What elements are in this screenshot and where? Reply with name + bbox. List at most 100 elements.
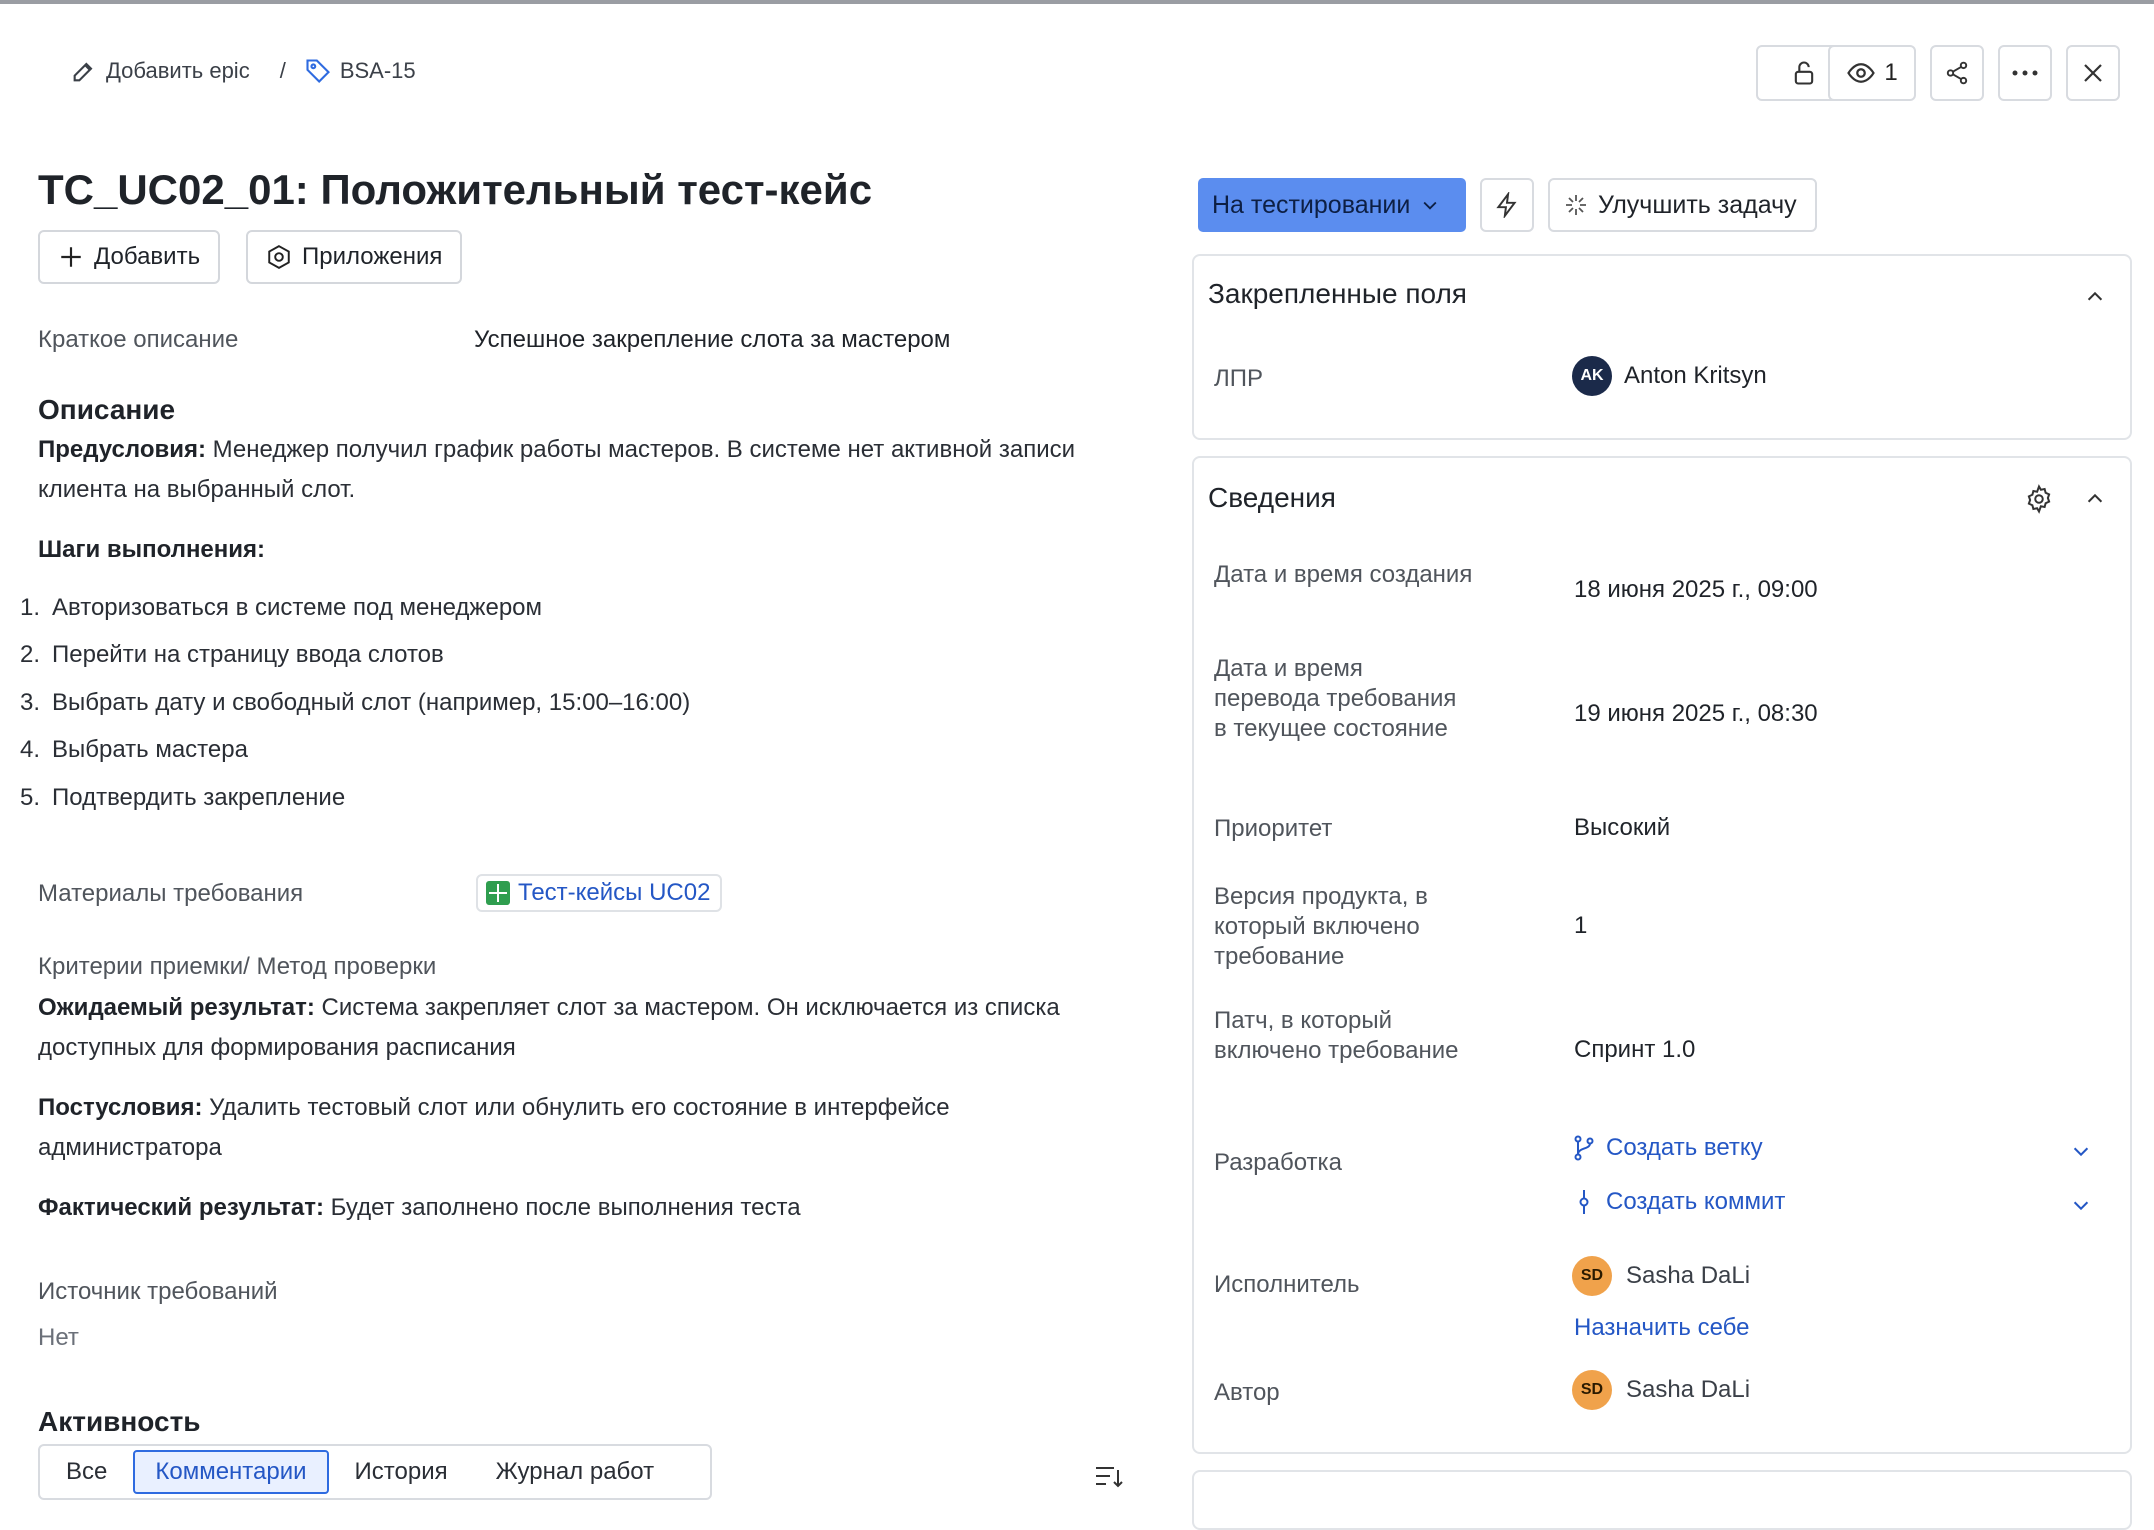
lpr-value[interactable]: AK Anton Kritsyn: [1572, 356, 1767, 396]
create-commit-label: Создать коммит: [1606, 1188, 1786, 1215]
commit-icon: [1572, 1189, 1596, 1215]
gear-icon[interactable]: [2024, 484, 2054, 514]
expected-label: Ожидаемый результат:: [38, 994, 315, 1021]
add-epic-label: Добавить epic: [106, 58, 250, 83]
source-label: Источник требований: [38, 1278, 278, 1305]
assign-self-link[interactable]: Назначить себе: [1574, 1314, 1749, 1342]
priority-value[interactable]: Высокий: [1574, 814, 1670, 842]
next-panel: [1192, 1470, 2132, 1530]
tab-comments[interactable]: Комментарии: [133, 1450, 329, 1494]
tab-worklog[interactable]: Журнал работ: [474, 1450, 677, 1494]
author-name: Sasha DaLi: [1626, 1376, 1751, 1403]
author-label: Автор: [1214, 1379, 1280, 1406]
top-border: [0, 0, 2154, 4]
created-label: Дата и время создания: [1214, 561, 1473, 588]
breadcrumb-separator: /: [279, 58, 286, 83]
spreadsheet-icon: [486, 881, 510, 905]
lpr-label: ЛПР: [1214, 365, 1264, 392]
transition-label: Дата и время перевода требования в текущ…: [1214, 655, 1457, 742]
actual-label: Фактический результат:: [38, 1194, 324, 1221]
list-item: 5. Подтвердить закрепление: [19, 784, 346, 811]
created-value: 18 июня 2025 г., 09:00: [1574, 576, 1818, 603]
create-commit-link[interactable]: Создать коммит: [1572, 1188, 1785, 1216]
status-label: На тестировании: [1212, 190, 1411, 219]
list-item: 1. Авторизоваться в системе под менеджеро…: [19, 594, 543, 621]
chevron-down-icon[interactable]: [2070, 1194, 2092, 1216]
description-heading: Описание: [38, 394, 176, 425]
apps-hexagon-icon: [266, 244, 292, 270]
issue-key-link[interactable]: BSA-15: [304, 57, 416, 85]
improve-task-button[interactable]: Улучшить задачу: [1548, 178, 1817, 232]
automation-button[interactable]: [1480, 178, 1534, 232]
improve-task-label: Улучшить задачу: [1598, 190, 1797, 219]
author-value[interactable]: SD Sasha DaLi: [1572, 1370, 1750, 1410]
avatar: SD: [1572, 1370, 1612, 1410]
chevron-up-icon[interactable]: [2084, 286, 2106, 308]
create-branch-link[interactable]: Создать ветку: [1572, 1134, 1763, 1162]
version-label: Версия продукта, в который включено треб…: [1214, 883, 1428, 970]
lightning-icon: [1494, 192, 1520, 218]
lpr-name: Anton Kritsyn: [1624, 362, 1767, 389]
pinned-fields-title: Закрепленные поля: [1208, 278, 1467, 309]
materials-link[interactable]: Тест-кейсы UC02: [476, 874, 723, 912]
share-button[interactable]: [1930, 45, 1984, 101]
list-item: 2. Перейти на страницу ввода слотов: [19, 641, 444, 668]
sparkle-icon: [1564, 193, 1588, 217]
patch-value[interactable]: Спринт 1.0: [1574, 1036, 1695, 1064]
tag-icon: [304, 57, 332, 85]
page-title: TC_UC02_01: Положительный тест-кейс: [38, 166, 873, 213]
version-value[interactable]: 1: [1574, 912, 1587, 940]
postconditions-label: Постусловия:: [38, 1094, 203, 1121]
status-dropdown[interactable]: На тестировании: [1198, 178, 1466, 232]
more-dots-icon: [2011, 69, 2039, 77]
close-icon: [2081, 61, 2105, 85]
issue-key-label: BSA-15: [339, 58, 416, 83]
criteria-label: Критерии приемки/ Метод проверки: [38, 953, 437, 980]
details-title: Сведения: [1208, 482, 1336, 513]
close-button[interactable]: [2066, 45, 2120, 101]
sort-icon[interactable]: [1094, 1464, 1124, 1490]
avatar: SD: [1572, 1256, 1612, 1296]
add-epic-link[interactable]: Добавить epic: [70, 57, 250, 85]
steps-heading: Шаги выполнения:: [38, 536, 266, 563]
expected-result-paragraph[interactable]: Ожидаемый результат: Система закрепляет …: [38, 988, 1078, 1068]
list-item: 3. Выбрать дату и свободный слот (наприме…: [19, 689, 691, 716]
priority-label: Приоритет: [1214, 815, 1333, 842]
avatar: AK: [1572, 356, 1612, 396]
transition-value: 19 июня 2025 г., 08:30: [1574, 700, 1818, 727]
actual-result-paragraph[interactable]: Фактический результат: Будет заполнено п…: [38, 1188, 1078, 1228]
tab-history[interactable]: История: [333, 1450, 470, 1494]
patch-label: Патч, в который включено требование: [1214, 1007, 1459, 1064]
list-item: 4. Выбрать мастера: [19, 736, 248, 763]
materials-label: Материалы требования: [38, 880, 304, 907]
assignee-value[interactable]: SD Sasha DaLi: [1572, 1256, 1750, 1296]
preconditions-label: Предусловия:: [38, 436, 206, 463]
apps-button-label: Приложения: [302, 243, 443, 270]
create-branch-label: Создать ветку: [1606, 1134, 1763, 1161]
chevron-down-icon: [1420, 195, 1440, 215]
pinned-fields-panel: Закрепленные поля ЛПР AK Anton Kritsyn: [1192, 254, 2132, 440]
chevron-up-icon[interactable]: [2084, 488, 2106, 510]
add-button[interactable]: Добавить: [38, 230, 221, 284]
preconditions-paragraph[interactable]: Предусловия: Менеджер получил график раб…: [38, 430, 1078, 510]
chevron-down-icon[interactable]: [2070, 1140, 2092, 1162]
development-label: Разработка: [1214, 1149, 1342, 1176]
activity-tabs: Все Комментарии История Журнал работ: [38, 1444, 712, 1500]
apps-button[interactable]: Приложения: [246, 230, 463, 284]
postconditions-paragraph[interactable]: Постусловия: Удалить тестовый слот или о…: [38, 1088, 1078, 1168]
edit-icon: [70, 57, 98, 85]
steps-list: 1. Авторизоваться в системе под менеджеро…: [0, 594, 1100, 824]
add-button-label: Добавить: [94, 243, 201, 270]
tab-all[interactable]: Все: [44, 1450, 129, 1494]
watchers-count: 1: [1884, 59, 1898, 86]
actual-text: Будет заполнено после выполнения теста: [330, 1194, 801, 1221]
branch-icon: [1572, 1135, 1596, 1161]
materials-link-label: Тест-кейсы UC02: [518, 879, 711, 906]
source-value[interactable]: Нет: [38, 1324, 79, 1352]
watchers-button[interactable]: 1: [1828, 45, 1916, 101]
share-icon: [1944, 60, 1970, 86]
more-button[interactable]: [1998, 45, 2052, 101]
plus-icon: [58, 244, 84, 270]
summary-value[interactable]: Успешное закрепление слота за мастером: [474, 326, 950, 354]
summary-label: Краткое описание: [38, 326, 239, 353]
